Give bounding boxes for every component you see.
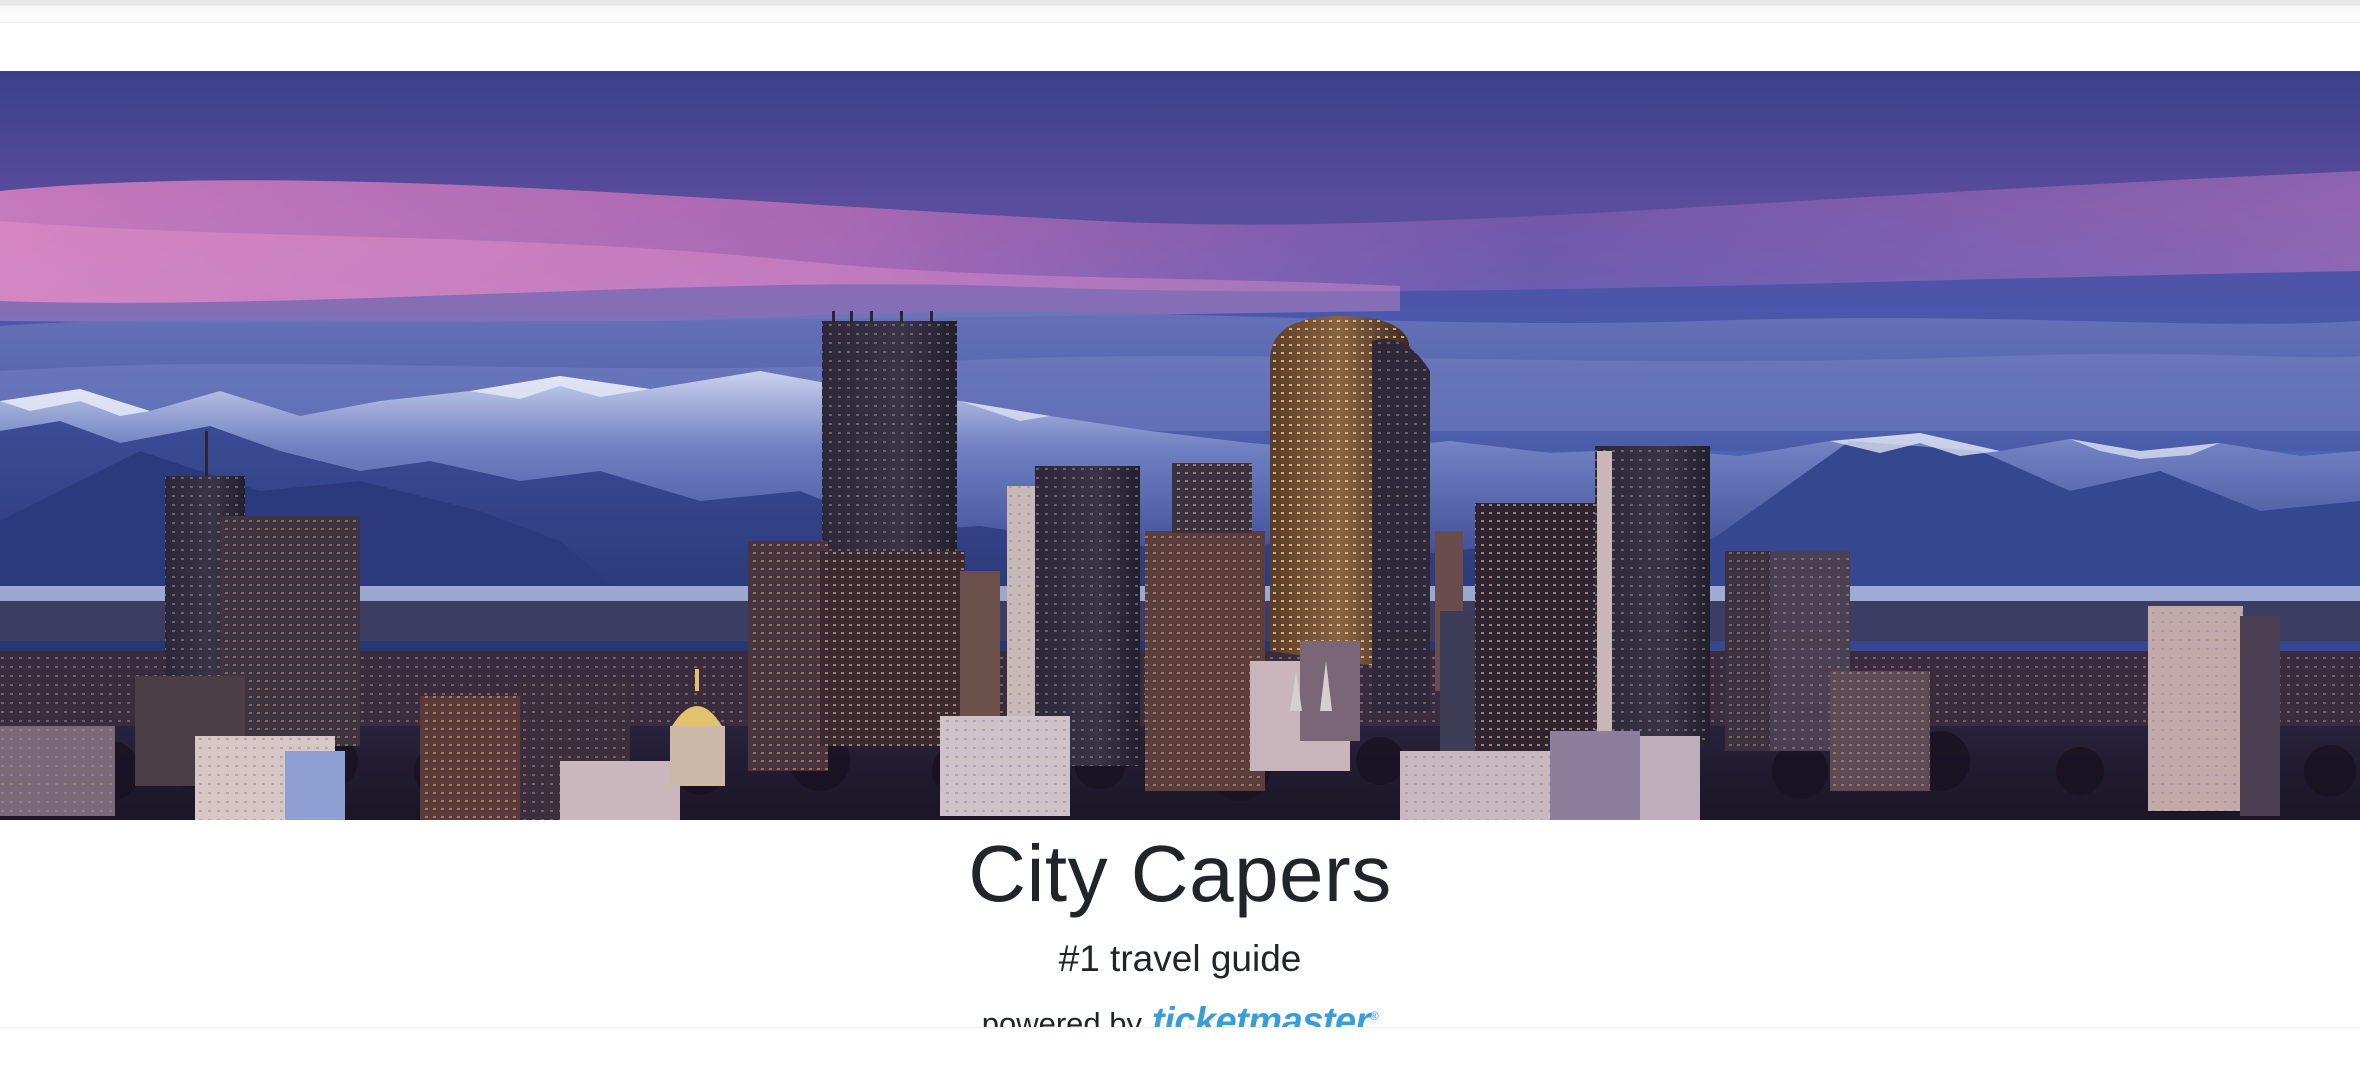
browser-chrome-strip [0,0,2360,23]
site-title: City Capers [968,829,1392,918]
brand-block: City Capers #1 travel guide powered by t… [0,820,2360,1046]
site-tagline: #1 travel guide [1058,938,1302,979]
registered-mark-icon: ® [1369,1009,1379,1023]
skyline-illustration [0,71,2360,820]
hero-image [0,71,2360,820]
page-bottom-divider [0,1027,2360,1085]
